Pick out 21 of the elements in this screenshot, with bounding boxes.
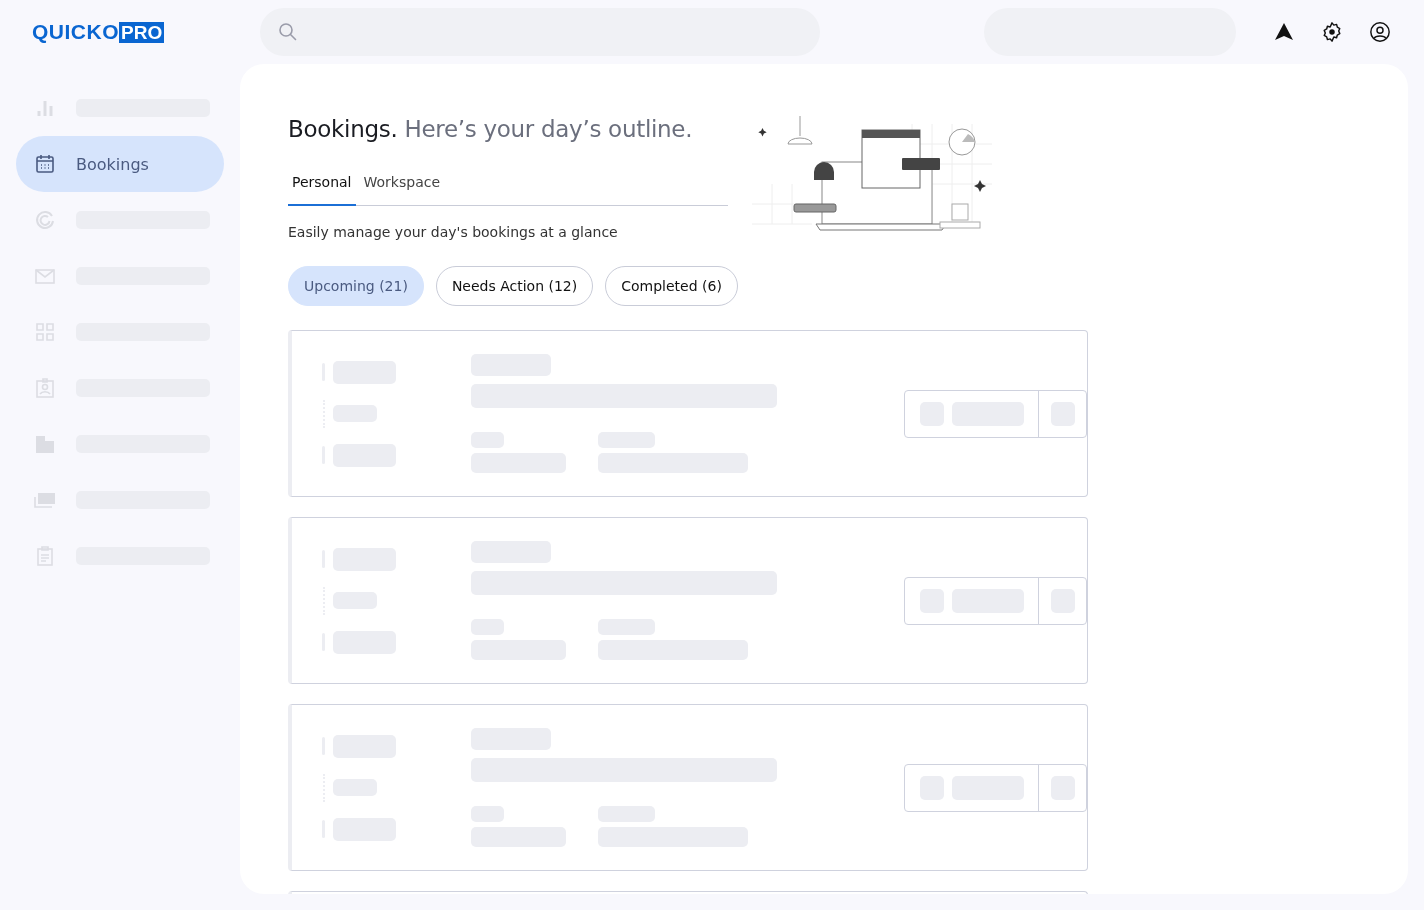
calendar-icon [34, 153, 56, 175]
tab[interactable]: Workspace [359, 168, 445, 206]
user-profile-icon[interactable] [1369, 21, 1391, 43]
logo-wordmark: QUICKO [32, 20, 119, 44]
target-icon [34, 209, 56, 231]
page-title: Bookings. Here’s your day’s outline. [288, 115, 694, 144]
navigation-arrow-icon[interactable] [1273, 22, 1295, 42]
filter-chip[interactable]: Completed (6) [605, 266, 738, 306]
building-icon [34, 433, 56, 455]
clipboard-icon [34, 545, 56, 567]
description-text: Easily manage your day's bookings at a glance [288, 224, 619, 240]
grid-icon [34, 321, 56, 343]
logo-badge: PRO [119, 21, 165, 43]
settings-icon[interactable] [1321, 21, 1343, 43]
tab[interactable]: Personal [288, 168, 356, 206]
search-field[interactable] [260, 8, 820, 56]
sidebar-item[interactable]: Bookings [16, 136, 224, 192]
filter-chip[interactable]: Upcoming (21) [288, 266, 424, 306]
filter-chip[interactable]: Needs Action (12) [435, 266, 594, 306]
search-icon [278, 22, 298, 42]
badge-icon [34, 377, 56, 399]
